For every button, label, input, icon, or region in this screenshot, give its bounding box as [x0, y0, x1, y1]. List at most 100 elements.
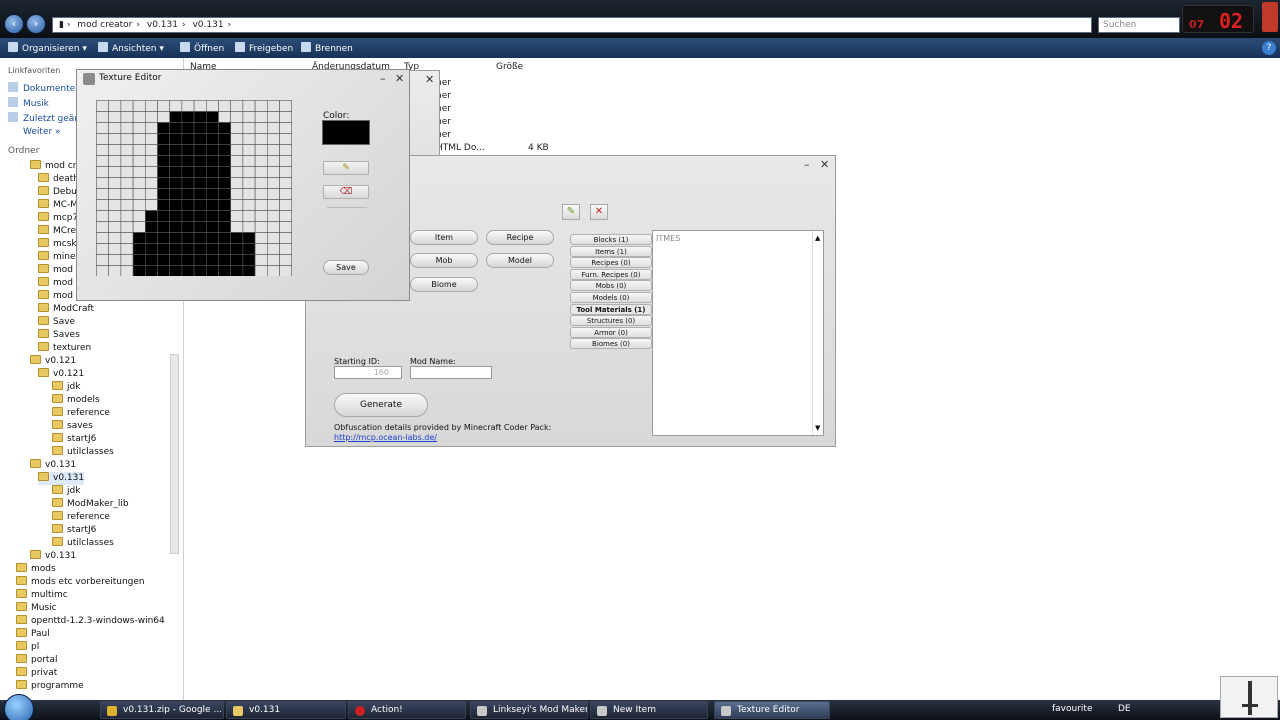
- pixel-cell[interactable]: [169, 100, 183, 112]
- pixel-grid[interactable]: [96, 100, 292, 276]
- pixel-cell[interactable]: [206, 199, 219, 211]
- taskbar-item[interactable]: New Item: [590, 701, 708, 719]
- pixel-cell[interactable]: [169, 243, 183, 255]
- pixel-cell[interactable]: [157, 243, 170, 255]
- pixel-cell[interactable]: [181, 133, 195, 145]
- pixel-cell[interactable]: [108, 254, 122, 266]
- folders-header[interactable]: Ordner: [8, 146, 39, 156]
- pixel-cell[interactable]: [267, 144, 280, 156]
- tree-item[interactable]: texturen: [38, 342, 91, 355]
- pixel-cell[interactable]: [144, 254, 158, 266]
- tree-item[interactable]: openttd-1.2.3-windows-win64: [16, 615, 165, 628]
- pixel-cell[interactable]: [157, 177, 170, 189]
- organize-button[interactable]: Organisieren ▾: [8, 42, 87, 54]
- pixel-cell[interactable]: [144, 188, 158, 200]
- mcp-link[interactable]: http://mcp.ocean-labs.de/: [334, 433, 437, 442]
- pixel-cell[interactable]: [218, 100, 231, 112]
- pixel-cell[interactable]: [169, 133, 183, 145]
- pixel-cell[interactable]: [206, 144, 219, 156]
- tree-item[interactable]: reference: [52, 407, 110, 420]
- tree-item[interactable]: v0.131: [38, 472, 85, 485]
- pixel-cell[interactable]: [132, 122, 146, 134]
- pixel-cell[interactable]: [120, 144, 134, 156]
- starting-id-stepper[interactable]: 160: [334, 366, 402, 379]
- pixel-cell[interactable]: [144, 177, 158, 189]
- pixel-cell[interactable]: [181, 254, 195, 266]
- pixel-cell[interactable]: [279, 133, 292, 145]
- pixel-cell[interactable]: [132, 111, 146, 123]
- pixel-cell[interactable]: [120, 177, 134, 189]
- pixel-cell[interactable]: [279, 122, 292, 134]
- pixel-cell[interactable]: [169, 144, 183, 156]
- tab-category[interactable]: Biomes (0): [570, 338, 652, 350]
- pixel-cell[interactable]: [230, 243, 244, 255]
- pixel-cell[interactable]: [96, 243, 109, 255]
- pixel-cell[interactable]: [96, 232, 109, 244]
- tree-item[interactable]: jdk: [52, 381, 80, 394]
- pixel-cell[interactable]: [230, 100, 244, 112]
- pixel-cell[interactable]: [242, 232, 256, 244]
- pixel-cell[interactable]: [132, 199, 146, 211]
- pixel-cell[interactable]: [230, 122, 244, 134]
- file-row-type[interactable]: HTML Do...: [436, 143, 485, 153]
- pixel-cell[interactable]: [254, 100, 268, 112]
- search-input[interactable]: Suchen: [1098, 17, 1180, 33]
- pixel-cell[interactable]: [279, 210, 292, 222]
- pixel-cell[interactable]: [108, 122, 122, 134]
- tree-item[interactable]: saves: [52, 420, 93, 433]
- pixel-cell[interactable]: [254, 166, 268, 178]
- pixel-cell[interactable]: [206, 111, 219, 123]
- pixel-cell[interactable]: [181, 122, 195, 134]
- minimize-icon[interactable]: –: [380, 72, 386, 85]
- taskbar-item[interactable]: Texture Editor: [714, 701, 830, 719]
- pixel-cell[interactable]: [169, 122, 183, 134]
- window-close-button[interactable]: [1262, 2, 1278, 32]
- recipe-button[interactable]: Recipe: [486, 230, 554, 245]
- pixel-cell[interactable]: [108, 221, 122, 233]
- pixel-cell[interactable]: [120, 111, 134, 123]
- tree-item[interactable]: programme: [16, 680, 84, 693]
- pixel-cell[interactable]: [120, 188, 134, 200]
- pixel-cell[interactable]: [193, 232, 207, 244]
- pixel-cell[interactable]: [218, 221, 231, 233]
- pixel-cell[interactable]: [254, 144, 268, 156]
- pixel-cell[interactable]: [254, 155, 268, 167]
- taskbar-item[interactable]: v0.131: [226, 701, 346, 719]
- minimize-icon[interactable]: –: [804, 158, 810, 171]
- breadcrumb-item[interactable]: mod creator: [77, 20, 132, 30]
- tab-category[interactable]: Structures (0): [570, 315, 652, 327]
- pixel-cell[interactable]: [254, 177, 268, 189]
- pixel-cell[interactable]: [218, 133, 231, 145]
- pixel-cell[interactable]: [120, 254, 134, 266]
- pixel-cell[interactable]: [157, 144, 170, 156]
- pixel-cell[interactable]: [230, 199, 244, 211]
- item-button[interactable]: Item: [410, 230, 478, 245]
- start-button[interactable]: [4, 694, 34, 720]
- pixel-cell[interactable]: [254, 254, 268, 266]
- pixel-cell[interactable]: [230, 265, 244, 277]
- pixel-cell[interactable]: [144, 100, 158, 112]
- tab-category[interactable]: Furn. Recipes (0): [570, 268, 652, 280]
- pixel-cell[interactable]: [108, 177, 122, 189]
- pixel-cell[interactable]: [96, 210, 109, 222]
- pencil-icon[interactable]: ✎: [562, 204, 580, 220]
- tree-item[interactable]: startJ6: [52, 524, 96, 537]
- pixel-cell[interactable]: [254, 133, 268, 145]
- pixel-cell[interactable]: [267, 122, 280, 134]
- pixel-cell[interactable]: [206, 243, 219, 255]
- open-button[interactable]: Öffnen: [180, 42, 224, 54]
- pixel-cell[interactable]: [267, 177, 280, 189]
- pixel-cell[interactable]: [157, 265, 170, 277]
- pixel-cell[interactable]: [120, 133, 134, 145]
- pixel-cell[interactable]: [157, 254, 170, 266]
- pixel-cell[interactable]: [132, 133, 146, 145]
- pixel-cell[interactable]: [181, 177, 195, 189]
- pixel-cell[interactable]: [144, 155, 158, 167]
- pixel-cell[interactable]: [96, 122, 109, 134]
- pixel-cell[interactable]: [193, 122, 207, 134]
- pixel-cell[interactable]: [193, 111, 207, 123]
- pixel-cell[interactable]: [267, 111, 280, 123]
- column-size[interactable]: Größe: [496, 62, 523, 72]
- pixel-cell[interactable]: [120, 265, 134, 277]
- pixel-cell[interactable]: [242, 166, 256, 178]
